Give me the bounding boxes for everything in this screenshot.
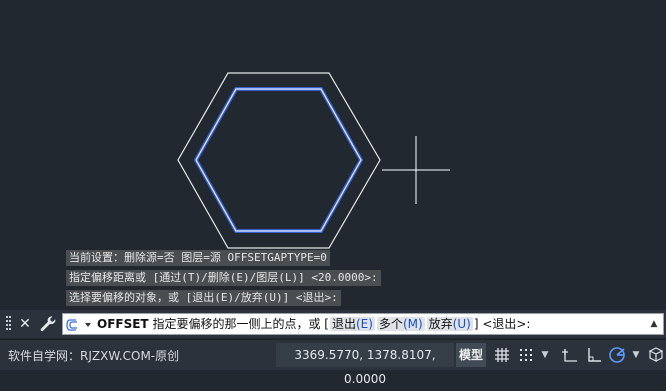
command-bar: ✕ OFFSET 指定要偏移的那一侧上的点，或 [退出(E) 多个(M) 放弃(U)… xyxy=(0,310,666,338)
selected-hexagon[interactable] xyxy=(195,88,362,232)
close-icon[interactable]: ✕ xyxy=(16,313,34,335)
option-undo[interactable]: 放弃(U) xyxy=(426,317,473,331)
polar-dropdown-icon[interactable]: ▼ xyxy=(631,348,641,362)
wrench-icon[interactable] xyxy=(38,314,58,334)
outer-hexagon[interactable] xyxy=(177,72,381,249)
command-suffix: ] <退出>: xyxy=(473,317,531,331)
command-prompt: OFFSET 指定要偏移的那一侧上的点，或 [退出(E) 多个(M) 放弃(U)] … xyxy=(97,314,530,334)
command-input[interactable]: OFFSET 指定要偏移的那一侧上的点，或 [退出(E) 多个(M) 放弃(U)] … xyxy=(62,313,664,335)
history-line-settings: 当前设置：删除源=否 图层=源 OFFSETGAPTYPE=0 xyxy=(66,250,330,266)
command-bar-grip[interactable] xyxy=(6,315,12,333)
option-exit[interactable]: 退出(E) xyxy=(329,317,375,331)
ortho-icon[interactable] xyxy=(584,345,604,365)
crosshair-cursor xyxy=(382,136,450,204)
command-history: 当前设置：删除源=否 图层=源 OFFSETGAPTYPE=0 指定偏移距离或 … xyxy=(0,249,666,309)
option-multiple[interactable]: 多个(M) xyxy=(376,317,425,331)
command-keyword: OFFSET xyxy=(97,317,149,331)
selected-hexagon-glow xyxy=(193,87,364,233)
coordinate-readout[interactable]: 3369.5770, 1378.8107, 0.0000 xyxy=(276,343,454,386)
command-prompt-text: 指定要偏移的那一侧上的点，或 [ xyxy=(152,317,329,331)
isodraft-icon[interactable] xyxy=(646,345,666,365)
grid-icon[interactable] xyxy=(492,345,512,365)
history-line-select: 选择要偏移的对象，或 [退出(E)/放弃(U)] <退出>: xyxy=(66,290,341,306)
snap-icon[interactable] xyxy=(516,345,536,365)
status-bar: 软件自学网：RJZXW.COM-原创 3369.5770, 1378.8107,… xyxy=(0,339,666,386)
command-line-icon[interactable] xyxy=(66,317,91,331)
infer-constraints-icon[interactable] xyxy=(560,345,580,365)
model-space-button[interactable]: 模型 xyxy=(456,343,486,367)
polar-tracking-icon[interactable] xyxy=(607,345,627,365)
history-scroll-up-icon[interactable]: ▲ xyxy=(649,317,659,331)
snap-dropdown-icon[interactable]: ▼ xyxy=(540,348,550,362)
history-line-distance: 指定偏移距离或 [通过(T)/删除(E)/图层(L)] <20.0000>: xyxy=(66,270,381,286)
watermark-text: 软件自学网：RJZXW.COM-原创 xyxy=(8,349,180,363)
